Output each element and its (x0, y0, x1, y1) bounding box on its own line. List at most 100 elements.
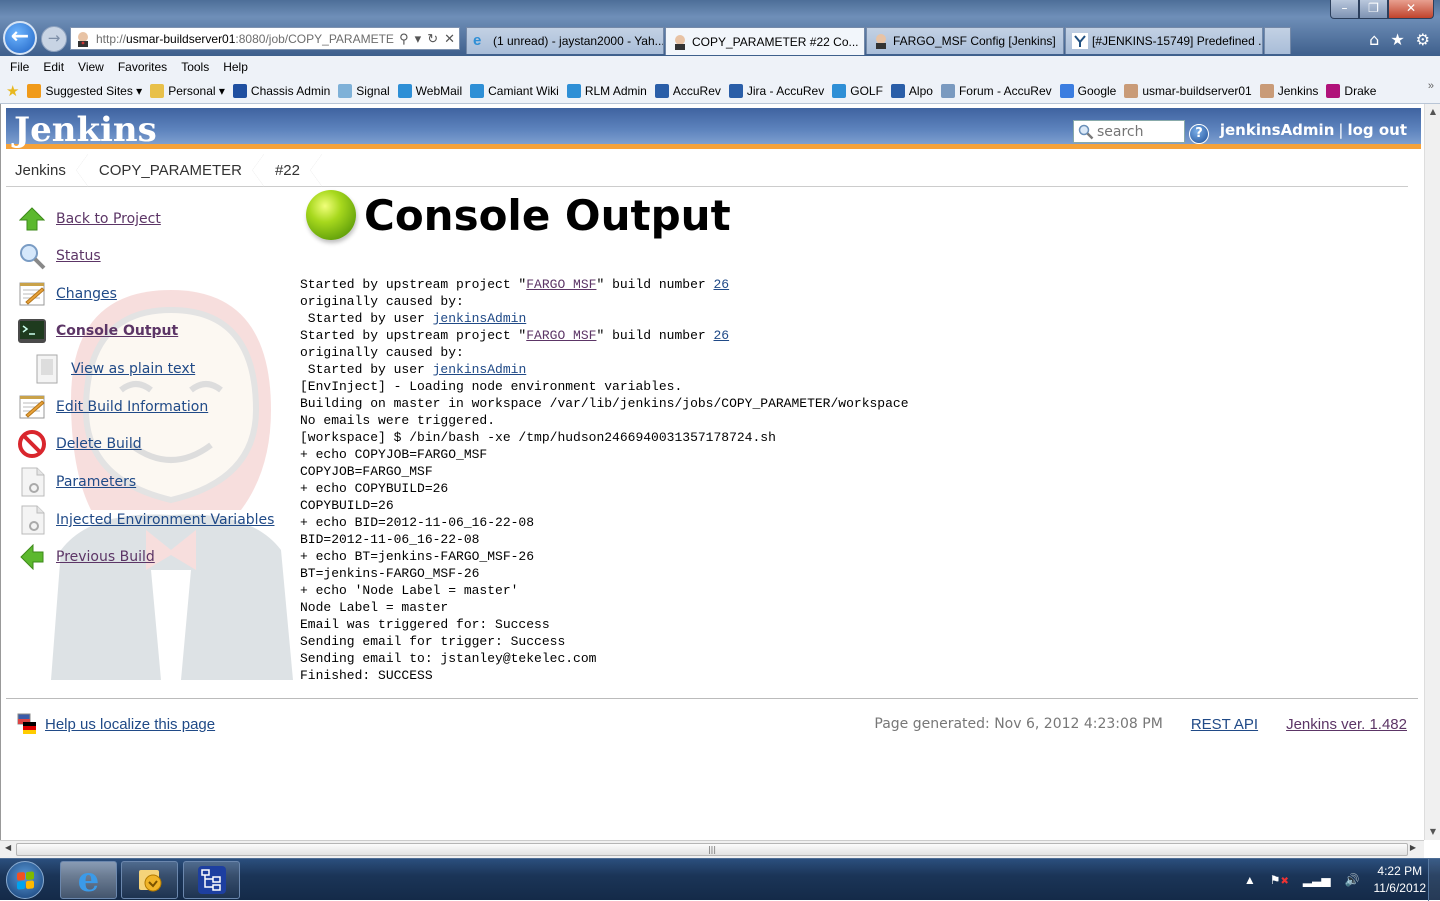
stop-icon[interactable]: ✕ (444, 31, 455, 47)
task-view-as-plain-text[interactable]: View as plain text (32, 354, 195, 384)
menu-tools[interactable]: Tools (181, 60, 217, 74)
search-icon[interactable]: ⚲ (399, 31, 409, 47)
show-hidden-icons-icon[interactable]: ▲ (1244, 873, 1256, 887)
new-tab-button[interactable] (1264, 27, 1291, 54)
horizontal-scrollbar[interactable]: ◀ ||| ▶ (0, 840, 1424, 858)
task-injected-environment-variables[interactable]: Injected Environment Variables (17, 505, 274, 535)
favorite-link[interactable]: usmar-buildserver01 (1124, 83, 1252, 98)
favorite-link[interactable]: Chassis Admin (232, 83, 330, 98)
breadcrumb-job[interactable]: COPY_PARAMETER (90, 153, 266, 187)
user-link[interactable]: jenkinsAdmin (1220, 121, 1335, 139)
task-link[interactable]: Edit Build Information (56, 399, 208, 415)
task-link[interactable]: Previous Build (56, 549, 155, 565)
favorites-star-icon[interactable]: ★ (1390, 30, 1404, 49)
search-box[interactable] (1073, 120, 1185, 143)
task-link[interactable]: Injected Environment Variables (56, 512, 274, 528)
browser-tab[interactable]: [#JENKINS-15749] Predefined ... (1065, 27, 1263, 54)
help-icon[interactable]: ? (1189, 124, 1209, 144)
console-link[interactable]: jenkinsAdmin (433, 362, 527, 377)
favorite-link[interactable]: Jira - AccuRev (728, 83, 824, 98)
favorite-link[interactable]: Forum - AccuRev (940, 83, 1052, 98)
favorite-link[interactable]: Suggested Sites ▾ (27, 83, 142, 98)
console-text: Sending email to: jstanley@tekelec.com (300, 651, 597, 666)
breadcrumb-jenkins[interactable]: Jenkins (6, 153, 90, 187)
menu-file[interactable]: File (10, 60, 37, 74)
close-window-button[interactable]: ✕ (1388, 0, 1434, 19)
taskbar-internet-explorer[interactable]: e (60, 861, 117, 899)
task-link[interactable]: Delete Build (56, 436, 142, 452)
task-status[interactable]: Status (17, 241, 101, 271)
taskbar-diagram-app[interactable] (183, 861, 240, 899)
forward-button[interactable]: → (41, 26, 67, 52)
favorite-link[interactable]: Jenkins (1259, 83, 1318, 98)
menu-edit[interactable]: Edit (43, 60, 72, 74)
task-link[interactable]: Back to Project (56, 211, 161, 227)
dropdown-icon[interactable]: ▾ (415, 31, 422, 47)
favorite-link[interactable]: Signal (338, 83, 390, 98)
jenkins-logo[interactable]: Jenkins (14, 110, 157, 150)
browser-tab[interactable]: e (1 unread) - jaystan2000 - Yah... (466, 27, 664, 54)
task-changes[interactable]: Changes (17, 279, 117, 309)
start-button[interactable] (6, 861, 44, 899)
volume-icon[interactable]: 🔊 (1345, 873, 1360, 887)
favorite-link[interactable]: WebMail (397, 83, 462, 98)
task-edit-build-information[interactable]: Edit Build Information (17, 392, 208, 422)
menu-view[interactable]: View (78, 60, 112, 74)
horizontal-scroll-thumb[interactable]: ||| (16, 843, 1408, 856)
task-delete-build[interactable]: Delete Build (17, 429, 142, 459)
favorites-center-button[interactable]: ★ (6, 82, 19, 100)
scroll-down-icon[interactable]: ▼ (1425, 824, 1440, 840)
favorite-link[interactable]: GOLF (832, 83, 883, 98)
console-text: COPYJOB=FARGO_MSF (300, 464, 433, 479)
console-link[interactable]: 26 (714, 328, 730, 343)
breadcrumb-build[interactable]: #22 (266, 153, 324, 187)
taskbar-outlook[interactable] (121, 861, 178, 899)
task-previous-build[interactable]: Previous Build (17, 542, 155, 572)
jenkins-version-link[interactable]: Jenkins ver. 1.482 (1286, 716, 1407, 733)
task-link[interactable]: View as plain text (71, 361, 195, 377)
task-link[interactable]: Status (56, 248, 101, 264)
action-center-flag-icon[interactable]: ⚑✖ (1270, 873, 1289, 887)
favorite-link[interactable]: AccuRev (654, 83, 721, 98)
show-desktop-button[interactable] (1428, 859, 1440, 901)
browser-tab[interactable]: FARGO_MSF Config [Jenkins] (866, 27, 1064, 54)
scroll-right-icon[interactable]: ▶ (1410, 843, 1416, 852)
task-back-to-project[interactable]: Back to Project (17, 204, 161, 234)
task-link[interactable]: Console Output (56, 323, 178, 339)
rest-api-link[interactable]: REST API (1191, 716, 1258, 733)
favorite-link[interactable]: RLM Admin (566, 83, 647, 98)
task-console-output[interactable]: Console Output (17, 316, 178, 346)
search-input[interactable] (1097, 123, 1177, 140)
menu-favorites[interactable]: Favorites (118, 60, 175, 74)
address-bar[interactable]: http://usmar-buildserver01:8080/job/COPY… (70, 27, 460, 50)
minimize-button[interactable]: – (1330, 0, 1359, 19)
browser-tab-active[interactable]: COPY_PARAMETER #22 Co... ✕ (665, 27, 865, 55)
task-parameters[interactable]: Parameters (17, 467, 136, 497)
scroll-left-icon[interactable]: ◀ (5, 843, 11, 852)
favorites-more-button[interactable]: » (1428, 80, 1434, 92)
logout-link[interactable]: log out (1347, 121, 1407, 139)
console-link[interactable]: jenkinsAdmin (433, 311, 527, 326)
localize-link[interactable]: Help us localize this page (45, 716, 215, 733)
menu-help[interactable]: Help (223, 60, 256, 74)
favorite-link[interactable]: Personal ▾ (150, 83, 225, 98)
refresh-icon[interactable]: ↻ (427, 31, 438, 47)
scroll-up-icon[interactable]: ▲ (1425, 104, 1440, 120)
favorite-link[interactable]: Alpo (890, 83, 933, 98)
favorite-link[interactable]: Camiant Wiki (470, 83, 559, 98)
favorite-link[interactable]: Google (1059, 83, 1116, 98)
favorite-link[interactable]: Drake (1326, 83, 1376, 98)
restore-button[interactable]: ❐ (1359, 0, 1388, 19)
task-link[interactable]: Parameters (56, 474, 136, 490)
vertical-scrollbar[interactable]: ▲ ▼ (1424, 104, 1440, 840)
console-link[interactable]: FARGO_MSF (526, 277, 596, 292)
console-link[interactable]: 26 (714, 277, 730, 292)
network-signal-icon[interactable]: ▂▃▅ (1303, 873, 1331, 887)
home-icon[interactable]: ⌂ (1369, 30, 1379, 49)
console-link[interactable]: FARGO_MSF (526, 328, 596, 343)
back-button[interactable]: ← (3, 21, 37, 55)
task-link[interactable]: Changes (56, 286, 117, 302)
settings-gear-icon[interactable]: ⚙ (1416, 30, 1430, 49)
clock[interactable]: 4:22 PM 11/6/2012 (1374, 863, 1427, 897)
close-tab-icon[interactable]: ✕ (859, 35, 865, 49)
